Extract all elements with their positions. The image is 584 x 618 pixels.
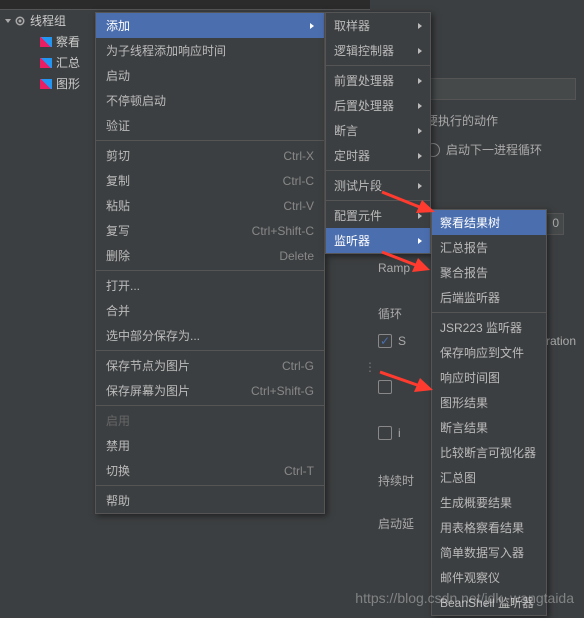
menu-toggle[interactable]: 切换Ctrl-T — [96, 458, 324, 483]
context-menu: 添加 为子线程添加响应时间 启动 不停顿启动 验证 剪切Ctrl-X 复制Ctr… — [95, 12, 325, 514]
listener-aggregate[interactable]: 聚合报告 — [432, 260, 546, 285]
listener-resp-time-graph[interactable]: 响应时间图 — [432, 365, 546, 390]
chart-icon — [40, 37, 52, 47]
menu-save-selection[interactable]: 选中部分保存为... — [96, 323, 324, 348]
chevron-right-icon — [418, 48, 422, 54]
menu-start[interactable]: 启动 — [96, 63, 324, 88]
chevron-right-icon — [418, 78, 422, 84]
chevron-right-icon — [418, 213, 422, 219]
tree-item-summary[interactable]: 汇总 — [0, 52, 95, 73]
chevron-right-icon — [310, 23, 314, 29]
chart-icon — [40, 79, 52, 89]
menu-validate[interactable]: 验证 — [96, 113, 324, 138]
listener-backend[interactable]: 后端监听器 — [432, 285, 546, 310]
chevron-right-icon — [418, 128, 422, 134]
listener-assert-results[interactable]: 断言结果 — [432, 415, 546, 440]
listener-jsr223[interactable]: JSR223 监听器 — [432, 315, 546, 340]
separator — [96, 270, 324, 271]
menu-enable: 启用 — [96, 408, 324, 433]
menu-insert-parent[interactable]: 为子线程添加响应时间 — [96, 38, 324, 63]
listener-cmp-assert-vis[interactable]: 比较断言可视化器 — [432, 440, 546, 465]
submenu-post[interactable]: 后置处理器 — [326, 93, 430, 118]
menu-open[interactable]: 打开... — [96, 273, 324, 298]
submenu-logic[interactable]: 逻辑控制器 — [326, 38, 430, 63]
submenu-test-fragment[interactable]: 测试片段 — [326, 173, 430, 198]
separator — [432, 312, 546, 313]
tree-root-thread-group[interactable]: 线程组 — [0, 10, 95, 31]
submenu-listener[interactable]: 监听器 — [326, 228, 430, 253]
listener-view-results-tree[interactable]: 察看结果树 — [432, 210, 546, 235]
menu-delete[interactable]: 删除Delete — [96, 243, 324, 268]
separator — [326, 170, 430, 171]
chevron-right-icon — [418, 153, 422, 159]
separator — [96, 485, 324, 486]
listener-view-results-table[interactable]: 用表格察看结果 — [432, 515, 546, 540]
watermark: https://blog.csdn.net/jdk_wangtaida — [0, 590, 574, 606]
submenu-pre[interactable]: 前置处理器 — [326, 68, 430, 93]
chevron-right-icon — [418, 103, 422, 109]
separator — [326, 200, 430, 201]
menu-disable[interactable]: 禁用 — [96, 433, 324, 458]
tree-item-view-results[interactable]: 察看 — [0, 31, 95, 52]
submenu-assert[interactable]: 断言 — [326, 118, 430, 143]
checkbox-3[interactable] — [378, 426, 392, 440]
menu-save-screen-img[interactable]: 保存屏幕为图片Ctrl+Shift-G — [96, 378, 324, 403]
tree-panel: 线程组 察看 汇总 图形 — [0, 10, 95, 410]
listener-graph-results[interactable]: 图形结果 — [432, 390, 546, 415]
menu-duplicate[interactable]: 复写Ctrl+Shift-C — [96, 218, 324, 243]
checkbox-sched[interactable]: ✓ — [378, 334, 392, 348]
submenu-config[interactable]: 配置元件 — [326, 203, 430, 228]
submenu-sampler[interactable]: 取样器 — [326, 13, 430, 38]
separator — [96, 405, 324, 406]
submenu-add: 取样器 逻辑控制器 前置处理器 后置处理器 断言 定时器 测试片段 配置元件 监… — [325, 12, 431, 254]
listener-summary-graph[interactable]: 汇总图 — [432, 465, 546, 490]
chevron-right-icon — [418, 23, 422, 29]
chart-icon — [40, 58, 52, 68]
separator — [96, 350, 324, 351]
listener-simple-data-writer[interactable]: 简单数据写入器 — [432, 540, 546, 565]
submenu-timer[interactable]: 定时器 — [326, 143, 430, 168]
chevron-right-icon — [418, 238, 422, 244]
separator — [326, 65, 430, 66]
listener-save-resp-file[interactable]: 保存响应到文件 — [432, 340, 546, 365]
listener-summary[interactable]: 汇总报告 — [432, 235, 546, 260]
menu-help[interactable]: 帮助 — [96, 488, 324, 513]
submenu-listener-items: 察看结果树 汇总报告 聚合报告 后端监听器 JSR223 监听器 保存响应到文件… — [431, 209, 547, 616]
menu-merge[interactable]: 合并 — [96, 298, 324, 323]
listener-gen-summary[interactable]: 生成概要结果 — [432, 490, 546, 515]
separator — [96, 140, 324, 141]
chevron-right-icon — [418, 183, 422, 189]
menu-save-node-img[interactable]: 保存节点为图片Ctrl-G — [96, 353, 324, 378]
menu-paste[interactable]: 粘贴Ctrl-V — [96, 193, 324, 218]
caret-icon — [5, 19, 11, 23]
listener-mailer-vis[interactable]: 邮件观察仪 — [432, 565, 546, 590]
gear-icon — [14, 15, 26, 27]
menu-copy[interactable]: 复制Ctrl-C — [96, 168, 324, 193]
menu-start-no-pause[interactable]: 不停顿启动 — [96, 88, 324, 113]
menu-cut[interactable]: 剪切Ctrl-X — [96, 143, 324, 168]
menu-add[interactable]: 添加 — [96, 13, 324, 38]
tree-item-graph[interactable]: 图形 — [0, 73, 95, 94]
checkbox-2[interactable] — [378, 380, 392, 394]
splitter-handle[interactable]: ⋮ — [364, 360, 374, 374]
